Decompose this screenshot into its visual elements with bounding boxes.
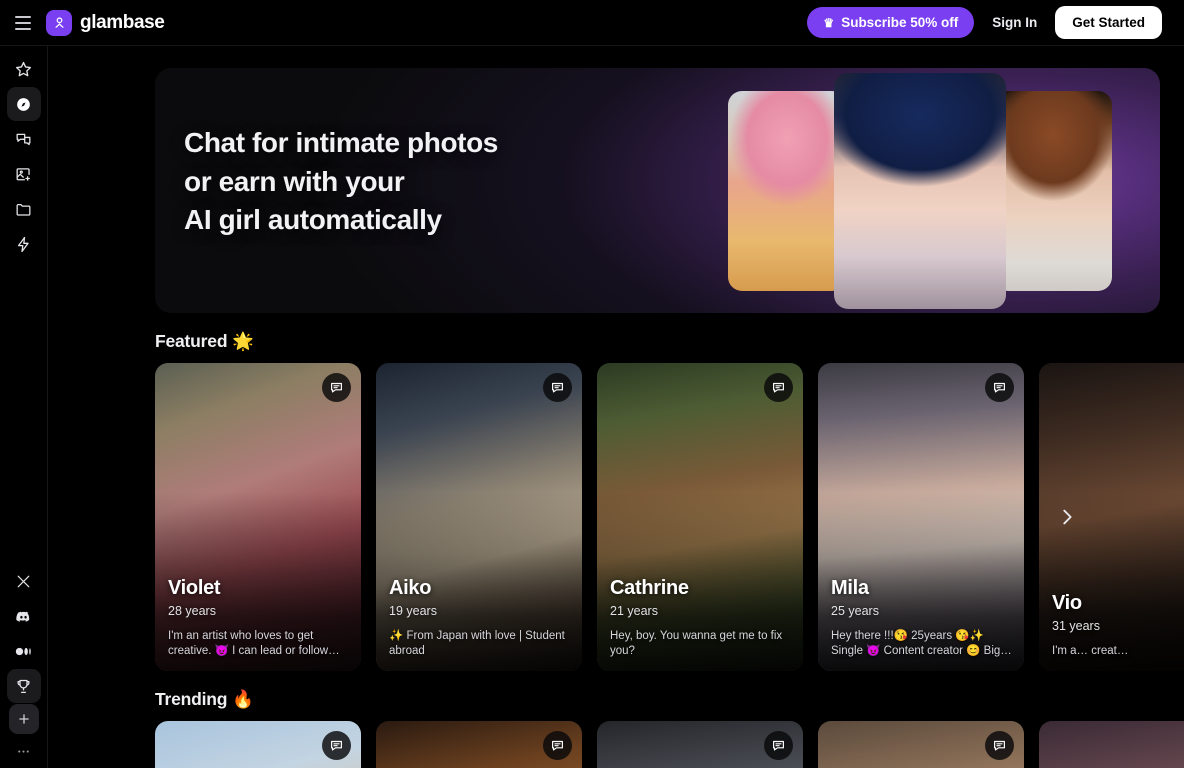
- image-plus-icon: [16, 167, 30, 181]
- chat-icon: [994, 382, 1005, 393]
- sidebar-item-leaderboard[interactable]: [6, 669, 41, 703]
- x-twitter-icon: [17, 575, 30, 587]
- chevron-right-icon: [1063, 509, 1072, 525]
- chat-icon: [331, 740, 342, 751]
- plus-icon: [18, 714, 29, 724]
- brand-logo[interactable]: glambase: [46, 9, 165, 36]
- hamburger-menu-icon[interactable]: [6, 6, 40, 40]
- card-bio: Hey there !!!😘 25years 😘✨ Single 😈 Conte…: [831, 629, 1001, 657]
- card-chat-button[interactable]: [543, 373, 572, 402]
- card-info: Vio 31 years I'm a… creat…: [1052, 592, 1184, 659]
- sign-in-button[interactable]: Sign In: [988, 9, 1041, 36]
- card-chat-button[interactable]: [322, 731, 351, 760]
- chat-icon: [773, 740, 784, 751]
- card-info: Aiko 19 years ✨ From Japan with love | Stu…: [389, 577, 571, 659]
- card-info: Cathrine 21 years Hey, boy. You wanna get …: [610, 577, 792, 659]
- hero-portrait-blue-hair: [834, 72, 1006, 309]
- card-name: Mila: [831, 576, 869, 599]
- character-card[interactable]: [1039, 721, 1184, 768]
- get-started-button[interactable]: Get Started: [1055, 6, 1162, 39]
- character-card[interactable]: [155, 721, 361, 768]
- crown-icon: ♛: [823, 15, 835, 30]
- sidebar-item-x-twitter[interactable]: [7, 564, 41, 598]
- card-bio: I'm an artist who loves to get creative.…: [168, 629, 329, 657]
- chat-bubbles-icon: [16, 133, 31, 145]
- card-info: Violet 28 years I'm an artist who loves to…: [168, 577, 350, 659]
- more-options-button[interactable]: [7, 734, 41, 768]
- character-card[interactable]: [597, 721, 803, 768]
- card-info: Mila 25 years Hey there !!!😘 25years 😘✨ Si…: [831, 577, 1013, 659]
- sidebar-item-quick-actions[interactable]: [7, 227, 41, 261]
- folder-icon: [16, 203, 31, 216]
- card-bio: ✨ From Japan with love | Student abroad: [389, 629, 565, 657]
- card-photo: [1039, 721, 1184, 768]
- card-name: Violet: [168, 576, 221, 599]
- hero-portrait-red-hair: [994, 90, 1112, 291]
- hero-heading: Chat for intimate photos or earn with yo…: [184, 124, 498, 240]
- glambase-logo-icon: [46, 9, 72, 36]
- hero-image-collage: [710, 68, 1130, 313]
- chat-icon: [331, 382, 342, 393]
- card-chat-button[interactable]: [543, 731, 572, 760]
- card-age: 25 years: [831, 603, 879, 618]
- hero-banner[interactable]: Chat for intimate photos or earn with yo…: [155, 68, 1160, 313]
- sidebar-item-create-image[interactable]: [7, 157, 41, 191]
- character-card[interactable]: [818, 721, 1024, 768]
- card-age: 19 years: [389, 603, 437, 618]
- card-age: 31 years: [1052, 618, 1100, 633]
- card-chat-button[interactable]: [985, 731, 1014, 760]
- more-dots-icon: [18, 749, 29, 753]
- character-card[interactable]: [376, 721, 582, 768]
- card-chat-button[interactable]: [985, 373, 1014, 402]
- top-bar: glambase ♛ Subscribe 50% off Sign In Get…: [0, 0, 1184, 46]
- main-content: Chat for intimate photos or earn with yo…: [48, 46, 1184, 768]
- card-age: 21 years: [610, 603, 658, 618]
- card-chat-button[interactable]: [322, 373, 351, 402]
- star-icon: [16, 61, 31, 76]
- lightning-bolt-icon: [17, 236, 29, 252]
- sidebar-item-discover[interactable]: [6, 87, 41, 121]
- left-sidebar: [0, 46, 48, 768]
- hero-line-3: AI girl automatically: [184, 204, 442, 236]
- add-button[interactable]: [8, 704, 39, 734]
- card-chat-button[interactable]: [764, 373, 793, 402]
- card-age: 28 years: [168, 603, 216, 618]
- chat-icon: [552, 740, 563, 751]
- subscribe-label: Subscribe 50% off: [841, 15, 959, 30]
- carousel-next-button[interactable]: [1050, 500, 1084, 534]
- section-title-trending: Trending 🔥: [155, 689, 254, 709]
- card-bio: Hey, boy. You wanna get me to fix you?: [610, 629, 783, 657]
- chat-icon: [994, 740, 1005, 751]
- chat-icon: [773, 382, 784, 393]
- section-title-featured: Featured 🌟: [155, 331, 254, 351]
- hero-line-2: or earn with your: [184, 165, 405, 197]
- hero-portrait-pink-hair: [728, 90, 846, 291]
- sidebar-item-collections[interactable]: [7, 192, 41, 226]
- hero-line-1: Chat for intimate photos: [184, 127, 498, 158]
- discord-icon: [16, 611, 30, 622]
- brand-name: glambase: [80, 11, 165, 33]
- sidebar-item-chats[interactable]: [7, 122, 41, 156]
- card-name: Aiko: [389, 576, 432, 599]
- top-bar-actions: ♛ Subscribe 50% off Sign In Get Started: [807, 6, 1162, 39]
- subscribe-button[interactable]: ♛ Subscribe 50% off: [807, 7, 975, 38]
- medium-icon: [15, 647, 31, 655]
- chat-icon: [552, 382, 563, 393]
- sidebar-item-discord[interactable]: [7, 599, 41, 633]
- card-name: Cathrine: [610, 576, 689, 599]
- character-card[interactable]: Cathrine 21 years Hey, boy. You wanna get …: [597, 363, 803, 671]
- card-chat-button[interactable]: [764, 731, 793, 760]
- featured-card-row: Violet 28 years I'm an artist who loves to…: [155, 363, 1184, 671]
- character-card[interactable]: Aiko 19 years ✨ From Japan with love | Stu…: [376, 363, 582, 671]
- compass-icon: [17, 97, 30, 111]
- card-bio: I'm a… creat…: [1052, 644, 1129, 657]
- character-card[interactable]: Violet 28 years I'm an artist who loves to…: [155, 363, 361, 671]
- card-name: Vio: [1052, 591, 1082, 614]
- trending-card-row: [155, 721, 1184, 768]
- sidebar-item-medium[interactable]: [7, 634, 41, 668]
- character-card[interactable]: Mila 25 years Hey there !!!😘 25years 😘✨ Si…: [818, 363, 1024, 671]
- sidebar-item-favorites[interactable]: [7, 52, 41, 86]
- trophy-icon: [17, 679, 30, 693]
